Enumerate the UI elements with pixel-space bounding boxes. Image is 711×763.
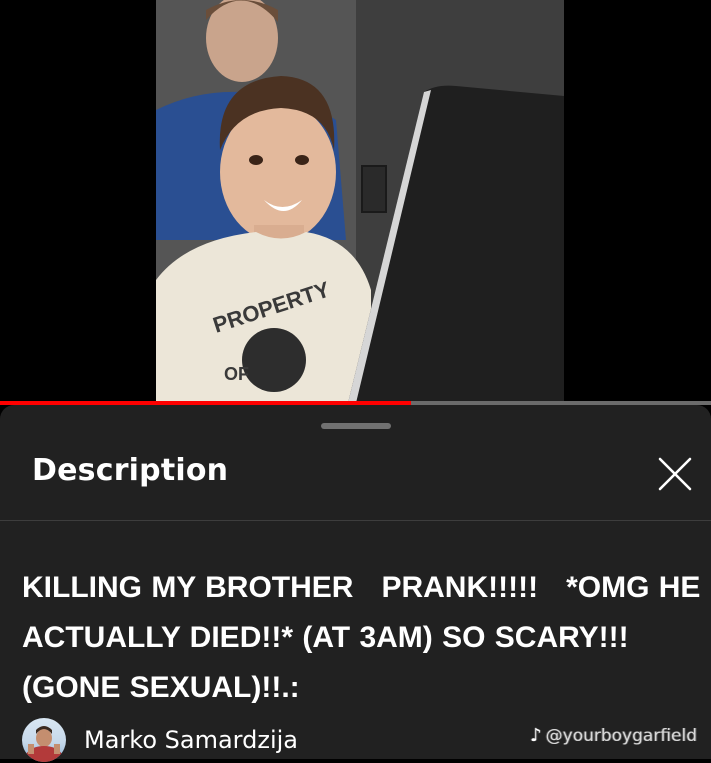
video-player[interactable]: PROPERTY OF (0, 0, 711, 403)
close-x-icon (658, 457, 692, 491)
video-title: KILLING MY BROTHER PRANK!!!!! *OMG HE AC… (22, 571, 709, 704)
divider (0, 520, 711, 521)
close-button[interactable] (650, 449, 700, 499)
svg-text:OF: OF (224, 364, 249, 384)
watermark: ♪ @yourboygarfield (530, 725, 697, 746)
channel-name[interactable]: Marko Samardzija (84, 726, 298, 754)
avatar-image (22, 726, 66, 762)
channel-avatar-icon[interactable] (22, 718, 66, 762)
video-frame-image: PROPERTY OF (156, 0, 564, 403)
description-sheet: Description KILLING MY BROTHER PRANK!!!!… (0, 405, 711, 762)
channel-row[interactable]: Marko Samardzija (22, 717, 298, 763)
video-frame[interactable]: PROPERTY OF (156, 0, 564, 403)
sheet-title: Description (32, 453, 229, 488)
drag-handle[interactable] (321, 423, 391, 429)
watermark-text: @yourboygarfield (545, 725, 697, 746)
tiktok-icon: ♪ (530, 725, 542, 746)
